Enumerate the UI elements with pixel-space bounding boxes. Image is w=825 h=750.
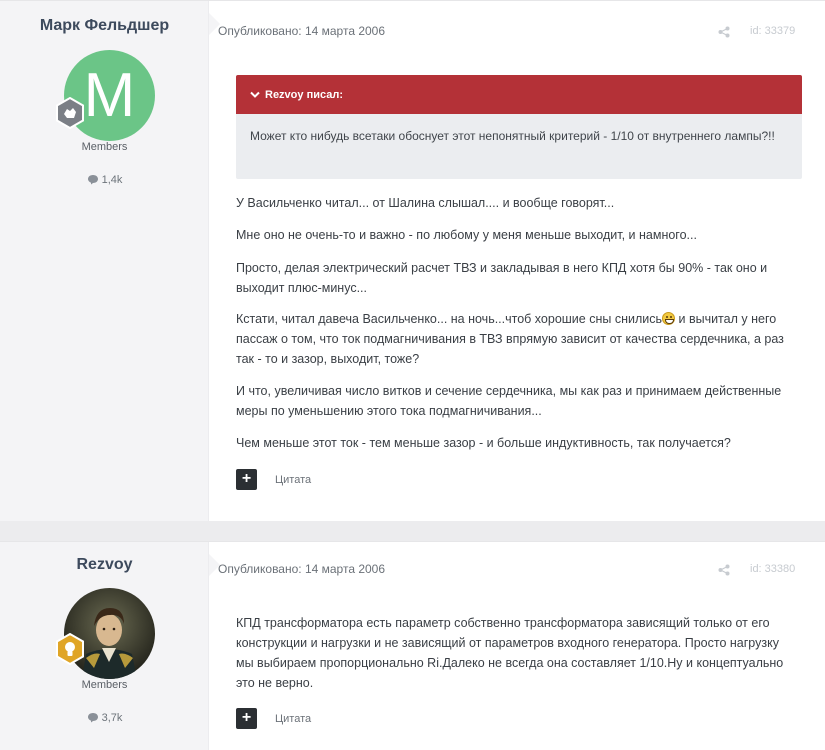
share-icon[interactable] — [718, 563, 730, 581]
post-id-link[interactable]: id: 33380 — [750, 563, 795, 575]
chevron-down-icon — [250, 91, 260, 98]
rank-badge-icon — [54, 96, 86, 130]
quote-header[interactable]: Rezvoy писал: — [236, 75, 802, 114]
post-count: 1,4k — [0, 174, 209, 186]
share-icon[interactable] — [718, 25, 730, 43]
post-paragraph: И что, увеличивая число витков и сечение… — [236, 384, 782, 418]
published-date: Опубликовано: 14 марта 2006 — [218, 24, 386, 38]
post-count: 3,7k — [0, 712, 209, 724]
author-panel: Rezvoy Members 3,7k — [0, 542, 209, 750]
author-name[interactable]: Rezvoy — [0, 556, 209, 574]
quote-button[interactable]: Цитата — [275, 474, 311, 486]
author-panel: Марк Фельдшер M Members 1,4k — [0, 1, 209, 521]
comment-icon — [87, 713, 98, 723]
post-id-link[interactable]: id: 33379 — [750, 25, 795, 37]
member-group: Members — [81, 141, 128, 153]
post-paragraph: Чем меньше этот ток - тем меньше зазор -… — [236, 436, 731, 450]
smiley-emoji-icon — [662, 312, 675, 325]
post-paragraph: У Васильченко читал... от Шалина слышал.… — [236, 196, 615, 210]
post-paragraph: Просто, делая электрический расчет ТВЗ и… — [236, 261, 768, 295]
comment-icon — [87, 175, 98, 185]
quote-author: Rezvoy писал: — [265, 89, 343, 101]
post-33379: Марк Фельдшер M Members 1,4k Опубликован… — [0, 0, 825, 521]
quote-block: Rezvoy писал: Может кто нибудь всетаки о… — [236, 75, 802, 179]
post-count-value: 1,4k — [101, 174, 123, 186]
quote-text: Может кто нибудь всетаки обоснует этот н… — [250, 129, 775, 143]
react-plus-button[interactable]: + — [236, 708, 257, 729]
post-paragraph: КПД трансформатора есть параметр собстве… — [236, 616, 784, 690]
avatar-letter: M — [83, 61, 136, 130]
post-paragraph: Кстати, читал давеча Васильченко... на н… — [236, 309, 796, 369]
quote-button[interactable]: Цитата — [275, 713, 311, 725]
author-name[interactable]: Марк Фельдшер — [0, 17, 209, 35]
post-count-value: 3,7k — [101, 712, 123, 724]
rank-badge-icon — [54, 632, 86, 666]
published-date: Опубликовано: 14 марта 2006 — [218, 562, 386, 576]
react-plus-button[interactable]: + — [236, 469, 257, 490]
post-paragraph: Мне оно не очень-то и важно - по любому … — [236, 228, 697, 242]
member-group: Members — [81, 679, 128, 691]
paragraph-text: Кстати, читал давеча Васильченко... на н… — [236, 312, 662, 326]
post-33380: Rezvoy Members 3,7k Опубликовано: 14 мар… — [0, 541, 825, 750]
